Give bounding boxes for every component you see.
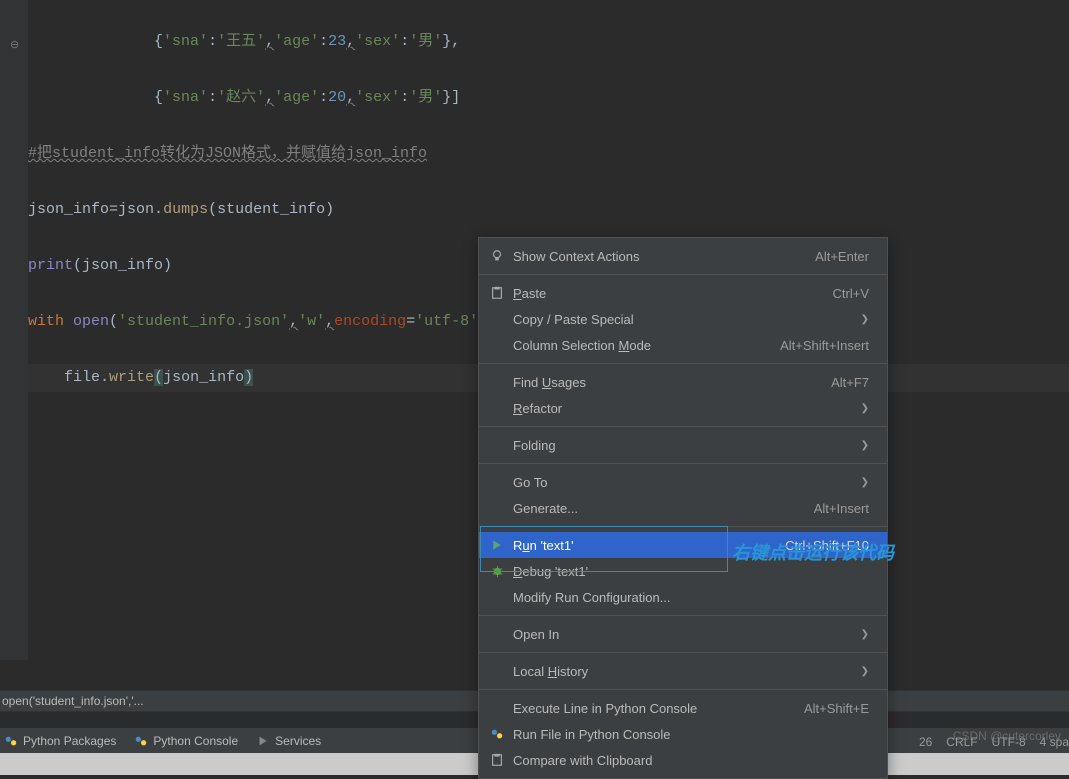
comment: #把student_info转化为JSON格式，并赋值给json_info: [28, 145, 427, 162]
bulb-icon: [489, 248, 505, 264]
submenu-arrow-icon: ❯: [861, 629, 869, 640]
menu-compare-clipboard[interactable]: Compare with Clipboard: [479, 747, 887, 773]
menu-separator: [479, 363, 887, 364]
menu-separator: [479, 652, 887, 653]
editor-context-menu: Show Context Actions Alt+Enter Paste Ctr…: [478, 237, 888, 779]
menu-execute-line-console[interactable]: Execute Line in Python Console Alt+Shift…: [479, 695, 887, 721]
menu-generate[interactable]: Generate... Alt+Insert: [479, 495, 887, 521]
menu-show-context-actions[interactable]: Show Context Actions Alt+Enter: [479, 243, 887, 269]
run-icon: [489, 537, 505, 553]
dict-key: 'age': [274, 33, 319, 50]
clipboard-icon: [489, 752, 505, 768]
menu-run-file-console[interactable]: Run File in Python Console: [479, 721, 887, 747]
editor-gutter: ⊖: [0, 0, 28, 660]
menu-separator: [479, 274, 887, 275]
status-encoding[interactable]: UTF-8: [992, 735, 1026, 749]
tool-window-python-packages[interactable]: Python Packages: [4, 734, 116, 748]
submenu-arrow-icon: ❯: [861, 666, 869, 677]
gutter-indicator-icon: ⊖: [10, 38, 19, 51]
paste-icon: [489, 285, 505, 301]
dict-value: '男': [409, 33, 442, 50]
menu-copy-paste-special[interactable]: Copy / Paste Special ❯: [479, 306, 887, 332]
menu-column-selection-mode[interactable]: Column Selection Mode Alt+Shift+Insert: [479, 332, 887, 358]
tool-window-services[interactable]: Services: [256, 734, 321, 748]
menu-folding[interactable]: Folding ❯: [479, 432, 887, 458]
status-column[interactable]: 26: [919, 735, 932, 749]
menu-paste[interactable]: Paste Ctrl+V: [479, 280, 887, 306]
submenu-arrow-icon: ❯: [861, 477, 869, 488]
python-icon: [489, 726, 505, 742]
menu-refactor[interactable]: Refactor ❯: [479, 395, 887, 421]
indent: [28, 33, 154, 50]
status-line-ending[interactable]: CRLF: [946, 735, 977, 749]
debug-icon: [489, 563, 505, 579]
dict-key: 'sna': [163, 33, 208, 50]
menu-local-history[interactable]: Local History ❯: [479, 658, 887, 684]
brace: {: [154, 33, 163, 50]
menu-find-usages[interactable]: Find Usages Alt+F7: [479, 369, 887, 395]
annotation-text: 右键点击运行该代码: [732, 539, 894, 565]
breadcrumb-item[interactable]: open('student_info.json','...: [0, 694, 150, 708]
status-bar-right: 26 CRLF UTF-8 4 spa: [919, 735, 1069, 749]
dict-value: '王五': [217, 33, 265, 50]
dict-value: 23: [328, 33, 346, 50]
status-indent[interactable]: 4 spa: [1040, 735, 1069, 749]
menu-separator: [479, 689, 887, 690]
submenu-arrow-icon: ❯: [861, 440, 869, 451]
menu-separator: [479, 463, 887, 464]
menu-open-in[interactable]: Open In ❯: [479, 621, 887, 647]
dict-key: 'sex': [355, 33, 400, 50]
menu-separator: [479, 426, 887, 427]
tool-window-python-console[interactable]: Python Console: [134, 734, 238, 748]
submenu-arrow-icon: ❯: [861, 314, 869, 325]
menu-go-to[interactable]: Go To ❯: [479, 469, 887, 495]
python-packages-icon: [4, 734, 18, 748]
menu-separator: [479, 526, 887, 527]
submenu-arrow-icon: ❯: [861, 403, 869, 414]
menu-modify-run-configuration[interactable]: Modify Run Configuration...: [479, 584, 887, 610]
menu-separator: [479, 615, 887, 616]
services-icon: [256, 734, 270, 748]
python-console-icon: [134, 734, 148, 748]
